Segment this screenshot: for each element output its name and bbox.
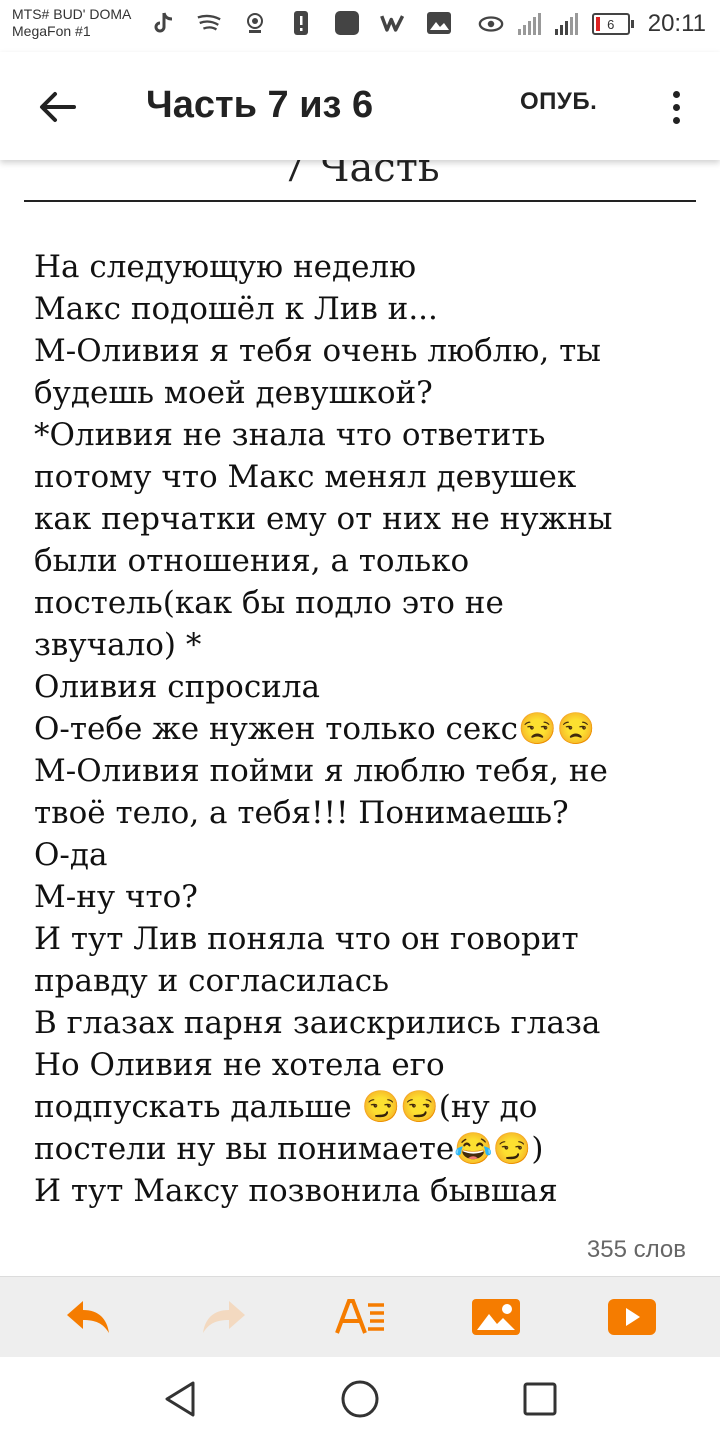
clock: 20:11 (647, 10, 706, 37)
nav-recents-button[interactable] (518, 1377, 562, 1421)
system-nav-bar (0, 1357, 720, 1440)
status-right: 6 20:11 (478, 10, 706, 38)
story-line[interactable]: М-Оливия я тебя очень люблю, ты (34, 330, 694, 372)
square-icon (334, 10, 360, 36)
story-line[interactable]: звучало) * (34, 624, 694, 666)
story-line[interactable]: постели ну вы понимаете😂😏) (34, 1128, 694, 1170)
story-line[interactable]: М-Оливия пойми я люблю тебя, не (34, 750, 694, 792)
text-format-button[interactable] (330, 1289, 390, 1345)
alert-icon (288, 10, 314, 36)
story-editor[interactable]: 7 Часть На следующую неделю Макс подошёл … (0, 160, 720, 1236)
square-recents-icon (523, 1382, 557, 1416)
story-line[interactable]: потому что Макс менял девушек (34, 456, 694, 498)
nav-home-button[interactable] (338, 1377, 382, 1421)
story-line[interactable]: О-да (34, 834, 694, 876)
radio-icon (242, 10, 268, 36)
part-heading[interactable]: 7 Часть (0, 160, 720, 198)
back-button[interactable] (30, 80, 84, 134)
story-line[interactable]: В глазах парня заискрились глаза (34, 1002, 694, 1044)
eye-icon (478, 11, 504, 37)
word-count: 355 слов (586, 1236, 686, 1263)
story-line[interactable]: как перчатки ему от них не нужны (34, 498, 694, 540)
publish-button[interactable]: ОПУБ. (520, 88, 597, 116)
formatting-toolbar (0, 1276, 720, 1358)
battery-level-text: 6 (607, 16, 615, 32)
story-line[interactable]: твоё тело, а тебя!!! Понимаешь? (34, 792, 694, 834)
battery-icon: 6 (591, 13, 634, 35)
story-line[interactable]: подпускать дальше 😏😏(ну до (34, 1086, 694, 1128)
swirl-icon (196, 10, 222, 36)
story-line[interactable]: На следующую неделю (34, 246, 694, 288)
story-line[interactable]: постель(как бы подло это не (34, 582, 694, 624)
text-format-icon (335, 1299, 384, 1334)
story-line[interactable]: Макс подошёл к Лив и... (34, 288, 694, 330)
carrier-info: MTS# BUD' DOMA MegaFon #1 (12, 6, 131, 40)
story-line[interactable]: И тут Максу позвонила бывшая (34, 1170, 694, 1212)
signal-icon (517, 13, 541, 35)
redo-icon (203, 1301, 245, 1333)
circle-home-icon (341, 1380, 379, 1418)
insert-image-button[interactable] (466, 1289, 526, 1345)
app-bar: Часть 7 из 6 ОПУБ. (0, 52, 720, 160)
carrier-line-1: MTS# BUD' DOMA (12, 6, 132, 22)
story-line[interactable]: правду и согласилась (34, 960, 694, 1002)
undo-icon (67, 1301, 109, 1333)
status-bar: MTS# BUD' DOMA MegaFon #1 6 20:11 (0, 0, 720, 52)
story-line[interactable]: И тут Лив поняла что он говорит (34, 918, 694, 960)
notification-icons (150, 10, 452, 36)
carrier-line-2: MegaFon #1 (12, 23, 91, 39)
triangle-back-icon (165, 1381, 195, 1417)
story-line[interactable]: были отношения, а только (34, 540, 694, 582)
heading-divider (24, 200, 696, 202)
signal-icon (554, 13, 578, 35)
nav-back-button[interactable] (158, 1377, 202, 1421)
tiktok-icon (150, 10, 176, 36)
more-options-button[interactable] (656, 82, 696, 132)
story-line[interactable]: М-ну что? (34, 876, 694, 918)
story-line[interactable]: Но Оливия не хотела его (34, 1044, 694, 1086)
insert-video-button[interactable] (602, 1289, 662, 1345)
video-icon (608, 1299, 656, 1335)
page-title: Часть 7 из 6 (146, 84, 374, 126)
w-icon (380, 10, 406, 36)
story-line[interactable]: Оливия спросила (34, 666, 694, 708)
image-icon (472, 1299, 520, 1335)
image-icon (426, 10, 452, 36)
undo-button[interactable] (58, 1289, 118, 1345)
story-line[interactable]: О-тебе же нужен только секс😒😒 (34, 708, 694, 750)
story-text[interactable]: На следующую неделю Макс подошёл к Лив и.… (34, 246, 694, 1212)
back-arrow-icon (40, 92, 76, 122)
story-line[interactable]: *Оливия не знала что ответить (34, 414, 694, 456)
redo-button[interactable] (194, 1289, 254, 1345)
story-line[interactable]: будешь моей девушкой? (34, 372, 694, 414)
